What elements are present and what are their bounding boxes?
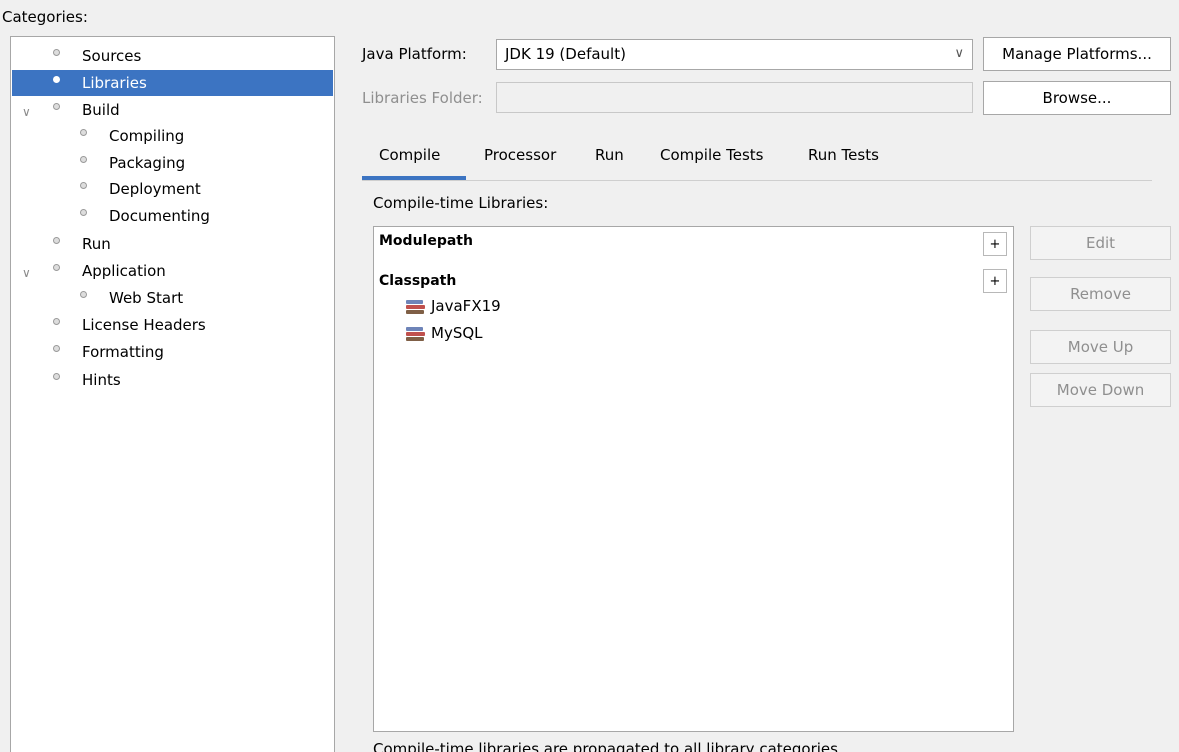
classpath-title: Classpath [379,273,457,289]
classpath-entry-label: JavaFX19 [431,297,501,315]
tree-item-label: Run [82,235,111,253]
libraries-folder-field[interactable] [496,82,973,113]
chevron-down-icon[interactable]: ∨ [22,260,31,286]
manage-platforms-button[interactable]: Manage Platforms... [983,37,1171,71]
tree-item-hints[interactable]: Hints [11,367,332,393]
tab-compile[interactable]: Compile [379,146,440,164]
node-bullet-icon [80,182,87,189]
node-bullet-icon [80,129,87,136]
tree-item-label: License Headers [82,316,206,334]
modulepath-title: Modulepath [379,233,473,249]
node-bullet-icon [53,103,60,110]
tab-compile-tests[interactable]: Compile Tests [660,146,763,164]
library-books-icon [406,300,425,315]
node-bullet-icon [53,318,60,325]
tree-item-packaging[interactable]: Packaging [11,150,332,176]
remove-button[interactable]: Remove [1030,277,1171,311]
move-down-button[interactable]: Move Down [1030,373,1171,407]
categories-label: Categories: [2,8,88,26]
footer-note: Compile-time libraries are propagated to… [373,740,843,752]
tab-processor[interactable]: Processor [484,146,556,164]
node-bullet-icon [53,237,60,244]
active-tab-indicator [362,176,466,180]
tree-item-application[interactable]: ∨ Application [11,258,332,284]
classpath-entry-label: MySQL [431,324,483,342]
tree-item-license-headers[interactable]: License Headers [11,312,332,338]
tree-item-label: Web Start [109,289,184,307]
classpath-entry-mysql[interactable]: MySQL [406,324,606,346]
tab-divider [362,180,1152,181]
tree-item-label: Deployment [109,180,201,198]
node-bullet-icon [53,373,60,380]
node-bullet-icon [53,49,60,56]
tree-item-run[interactable]: Run [11,231,332,257]
classpath-add-button[interactable]: + [983,269,1007,293]
libraries-folder-label: Libraries Folder: [362,89,483,107]
tree-item-label: Formatting [82,343,164,361]
node-bullet-icon [53,345,60,352]
modulepath-add-button[interactable]: + [983,232,1007,256]
classpath-entry-javafx19[interactable]: JavaFX19 [406,297,606,319]
node-bullet-icon [53,76,60,83]
tree-item-deployment[interactable]: Deployment [11,176,332,202]
tree-item-label: Documenting [109,207,210,225]
move-up-button[interactable]: Move Up [1030,330,1171,364]
tree-item-build[interactable]: ∨ Build [11,97,332,123]
tree-item-formatting[interactable]: Formatting [11,339,332,365]
java-platform-label: Java Platform: [362,45,467,63]
tree-item-label: Hints [82,371,121,389]
node-bullet-icon [80,209,87,216]
tree-item-label: Libraries [82,74,147,92]
node-bullet-icon [80,156,87,163]
browse-button[interactable]: Browse... [983,81,1171,115]
library-books-icon [406,327,425,342]
tree-item-libraries[interactable]: Libraries [12,70,333,96]
compile-libraries-heading: Compile-time Libraries: [373,194,549,212]
java-platform-value: JDK 19 (Default) [505,45,626,63]
compile-libraries-list[interactable]: Modulepath + Classpath + JavaFX19 MySQL [373,226,1014,732]
tree-item-label: Build [82,101,120,119]
node-bullet-icon [53,264,60,271]
tree-item-label: Sources [82,47,142,65]
tree-item-label: Packaging [109,154,186,172]
java-platform-select[interactable]: JDK 19 (Default) ∨ [496,39,973,70]
tree-item-sources[interactable]: Sources [11,43,332,69]
chevron-down-icon[interactable]: ∨ [22,99,31,125]
tree-item-web-start[interactable]: Web Start [11,285,332,311]
category-tree[interactable]: Sources Libraries ∨ Build Compiling Pack… [10,36,335,752]
tab-run-tests[interactable]: Run Tests [808,146,879,164]
tree-item-label: Compiling [109,127,185,145]
tree-item-label: Application [82,262,166,280]
tree-item-compiling[interactable]: Compiling [11,123,332,149]
node-bullet-icon [80,291,87,298]
edit-button[interactable]: Edit [1030,226,1171,260]
chevron-down-icon: ∨ [954,46,964,61]
tree-item-documenting[interactable]: Documenting [11,203,332,229]
tab-run[interactable]: Run [595,146,624,164]
